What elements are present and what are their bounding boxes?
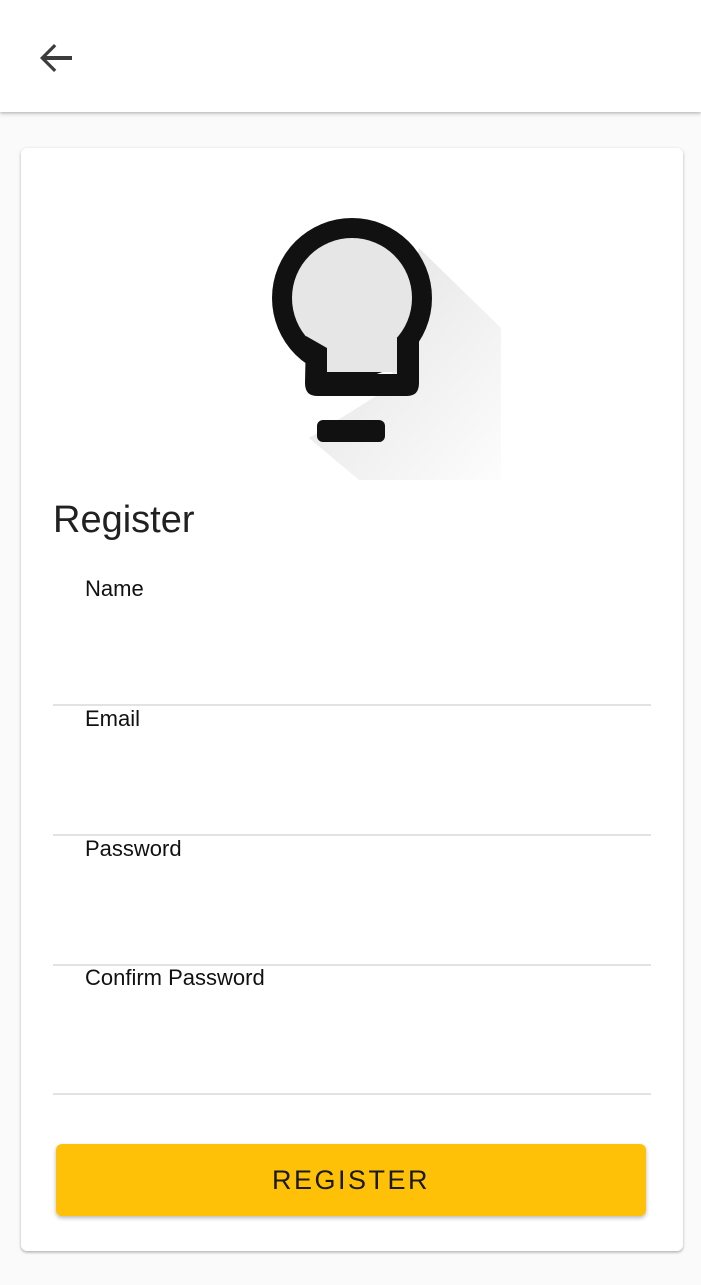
page-title: Register [53,499,195,541]
email-label: Email [85,706,141,731]
name-label: Name [85,576,144,601]
lightbulb-icon [272,218,501,480]
email-input[interactable] [85,786,625,826]
app-bar [0,0,701,112]
password-input[interactable] [85,916,625,956]
email-field: Email [53,706,651,836]
password-label: Password [85,836,182,861]
confirm-password-field: Confirm Password [53,965,651,1095]
confirm-password-input[interactable] [85,1045,625,1085]
arrow-back-icon [40,44,72,72]
confirm-password-label: Confirm Password [85,965,265,990]
back-button[interactable] [28,30,84,86]
name-field: Name [53,576,651,706]
password-field: Password [53,836,651,966]
name-input[interactable] [85,656,625,696]
register-card: Register Name Email Password Confirm Pas… [21,148,683,1251]
register-button[interactable]: REGISTER [56,1144,646,1216]
